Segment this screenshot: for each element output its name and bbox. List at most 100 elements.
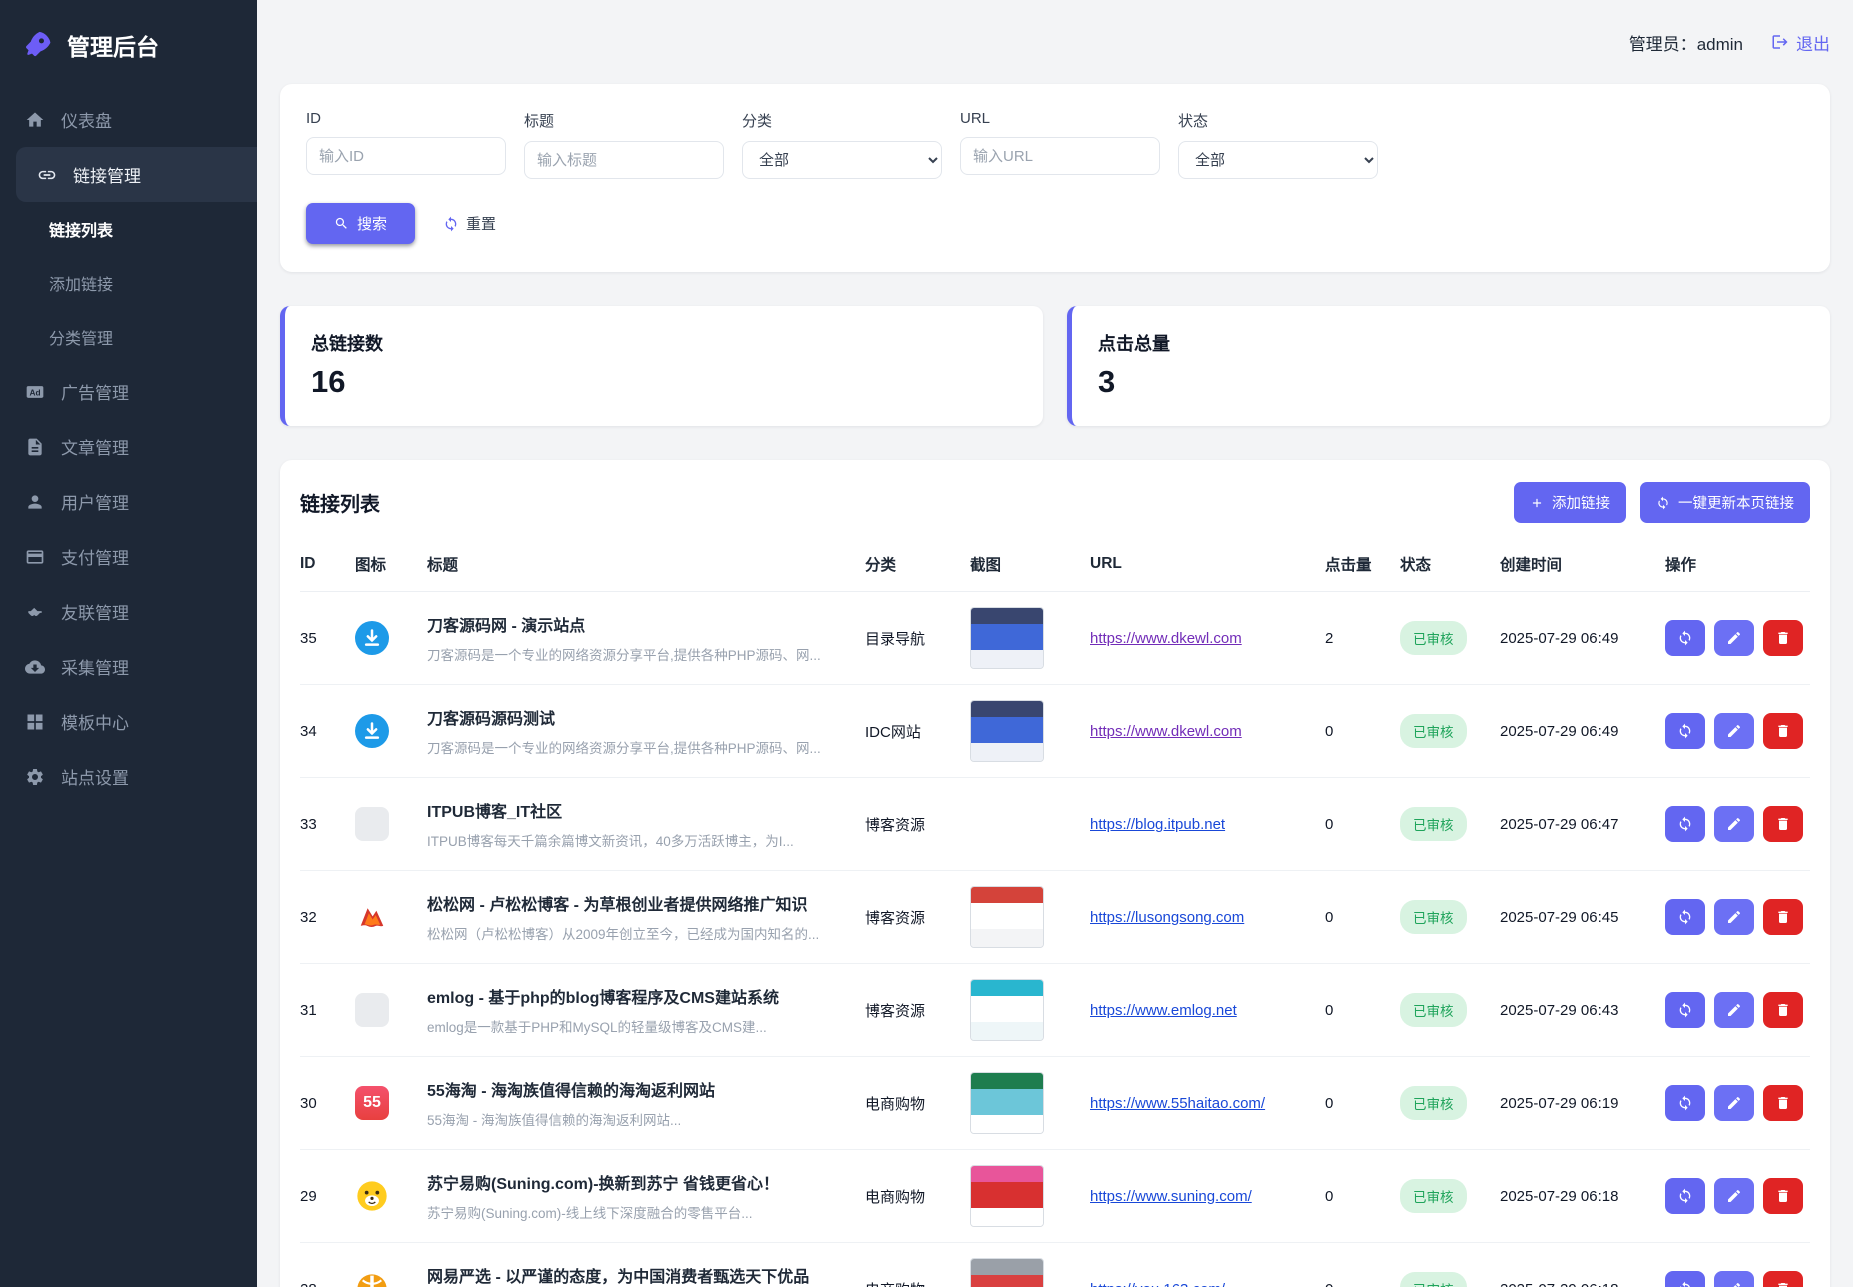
column-header: 标题	[427, 553, 865, 575]
site-screenshot-thumbnail	[970, 1072, 1044, 1134]
refresh-button[interactable]	[1665, 1085, 1705, 1121]
sidebar-item-label: 用户管理	[61, 489, 129, 514]
row-clicks: 0	[1325, 1002, 1400, 1019]
trash-icon	[1775, 723, 1791, 739]
edit-button[interactable]	[1714, 1085, 1754, 1121]
refresh-button[interactable]	[1665, 1271, 1705, 1287]
sidebar-item-users[interactable]: 用户管理	[0, 474, 257, 529]
search-icon	[334, 216, 349, 231]
rocket-icon	[22, 29, 54, 61]
delete-button[interactable]	[1763, 899, 1803, 935]
column-header: 状态	[1400, 553, 1500, 575]
row-url-cell: https://www.suning.com/	[1090, 1188, 1325, 1205]
edit-button[interactable]	[1714, 806, 1754, 842]
sidebar-item-collect[interactable]: 采集管理	[0, 639, 257, 694]
edit-button[interactable]	[1714, 1178, 1754, 1214]
sidebar-item-site-settings[interactable]: 站点设置	[0, 749, 257, 804]
site-url-link[interactable]: https://www.emlog.net	[1090, 1002, 1325, 1019]
filter-url-input[interactable]	[960, 137, 1160, 175]
sidebar-item-friend-links[interactable]: 友联管理	[0, 584, 257, 639]
delete-button[interactable]	[1763, 713, 1803, 749]
site-screenshot-thumbnail	[970, 1165, 1044, 1227]
logout-icon	[1771, 33, 1789, 51]
logout-button[interactable]: 退出	[1771, 30, 1830, 55]
row-id: 31	[300, 1002, 355, 1019]
row-actions	[1665, 1178, 1810, 1214]
admin-name: admin	[1697, 35, 1743, 54]
edit-button[interactable]	[1714, 713, 1754, 749]
refresh-button[interactable]	[1665, 992, 1705, 1028]
column-header: 图标	[355, 553, 427, 575]
reset-button[interactable]: 重置	[443, 213, 496, 234]
site-icon-dkewl	[355, 621, 389, 655]
row-created-time: 2025-07-29 06:43	[1500, 1002, 1665, 1019]
table-row: 28网易严选 - 以严谨的态度，为中国消费者甄选天下优品网易严选秉承网易一贯的严…	[300, 1243, 1810, 1287]
trash-icon	[1775, 1095, 1791, 1111]
sidebar-item-links[interactable]: 链接管理	[16, 147, 257, 202]
link-title: 苏宁易购(Suning.com)-换新到苏宁 省钱更省心！	[427, 1170, 847, 1194]
row-status-cell: 已审核	[1400, 900, 1500, 934]
edit-button[interactable]	[1714, 899, 1754, 935]
site-screenshot-thumbnail	[970, 700, 1044, 762]
row-category: 电商购物	[865, 1186, 970, 1207]
refresh-button[interactable]	[1665, 620, 1705, 656]
stat-value: 3	[1098, 364, 1804, 400]
sidebar-item-articles[interactable]: 文章管理	[0, 419, 257, 474]
edit-icon	[1726, 816, 1742, 832]
row-clicks: 0	[1325, 1095, 1400, 1112]
delete-button[interactable]	[1763, 1271, 1803, 1287]
link-title: 刀客源码网 - 演示站点	[427, 612, 847, 636]
filter-status-select[interactable]: 全部	[1178, 141, 1378, 179]
row-status-cell: 已审核	[1400, 1179, 1500, 1213]
row-actions	[1665, 992, 1810, 1028]
site-url-link[interactable]: https://blog.itpub.net	[1090, 816, 1325, 833]
row-status-cell: 已审核	[1400, 993, 1500, 1027]
sidebar: 管理后台 仪表盘链接管理链接列表添加链接分类管理Ad广告管理文章管理用户管理支付…	[0, 0, 257, 1287]
add-link-button[interactable]: 添加链接	[1514, 482, 1626, 523]
edit-button[interactable]	[1714, 620, 1754, 656]
row-status-cell: 已审核	[1400, 807, 1500, 841]
delete-button[interactable]	[1763, 1178, 1803, 1214]
sidebar-item-label: 采集管理	[61, 654, 129, 679]
sidebar-item-add-link[interactable]: 添加链接	[0, 256, 257, 310]
row-clicks: 0	[1325, 1188, 1400, 1205]
edit-button[interactable]	[1714, 992, 1754, 1028]
row-category: 博客资源	[865, 1000, 970, 1021]
stat-label: 总链接数	[311, 330, 1017, 356]
svg-text:Ad: Ad	[29, 387, 40, 397]
site-url-link[interactable]: https://www.dkewl.com	[1090, 723, 1325, 740]
filter-category-select[interactable]: 全部	[742, 141, 942, 179]
sidebar-item-templates[interactable]: 模板中心	[0, 694, 257, 749]
sidebar-item-payments[interactable]: 支付管理	[0, 529, 257, 584]
status-badge: 已审核	[1400, 714, 1467, 748]
row-clicks: 0	[1325, 1281, 1400, 1287]
delete-button[interactable]	[1763, 992, 1803, 1028]
logout-label: 退出	[1796, 30, 1830, 55]
sidebar-item-link-list[interactable]: 链接列表	[0, 202, 257, 256]
site-url-link[interactable]: https://www.dkewl.com	[1090, 630, 1325, 647]
update-page-links-button[interactable]: 一键更新本页链接	[1640, 482, 1810, 523]
search-button[interactable]: 搜索	[306, 203, 415, 244]
refresh-button[interactable]	[1665, 899, 1705, 935]
stats-row: 总链接数 16 点击总量 3	[280, 306, 1830, 426]
refresh-button[interactable]	[1665, 713, 1705, 749]
sidebar-item-category-manage[interactable]: 分类管理	[0, 310, 257, 364]
site-url-link[interactable]: https://www.55haitao.com/	[1090, 1095, 1325, 1112]
status-badge: 已审核	[1400, 993, 1467, 1027]
site-url-link[interactable]: https://www.suning.com/	[1090, 1188, 1325, 1205]
filter-title-input[interactable]	[524, 141, 724, 179]
sidebar-item-dashboard[interactable]: 仪表盘	[0, 92, 257, 147]
delete-button[interactable]	[1763, 806, 1803, 842]
sidebar-item-ads[interactable]: Ad广告管理	[0, 364, 257, 419]
refresh-button[interactable]	[1665, 806, 1705, 842]
row-icon-cell	[355, 621, 427, 655]
edit-button[interactable]	[1714, 1271, 1754, 1287]
filter-id-input[interactable]	[306, 137, 506, 175]
site-url-link[interactable]: https://you.163.com/	[1090, 1281, 1325, 1287]
site-url-link[interactable]: https://lusongsong.com	[1090, 909, 1325, 926]
delete-button[interactable]	[1763, 620, 1803, 656]
link-list-panel: 链接列表 添加链接 一键更新本页链接 ID图标标题分类截图URL点击量状态创建时…	[280, 460, 1830, 1287]
refresh-button[interactable]	[1665, 1178, 1705, 1214]
row-title-cell: 55海淘 - 海淘族值得信赖的海淘返利网站55海淘 - 海淘族值得信赖的海淘返利…	[427, 1077, 865, 1129]
delete-button[interactable]	[1763, 1085, 1803, 1121]
